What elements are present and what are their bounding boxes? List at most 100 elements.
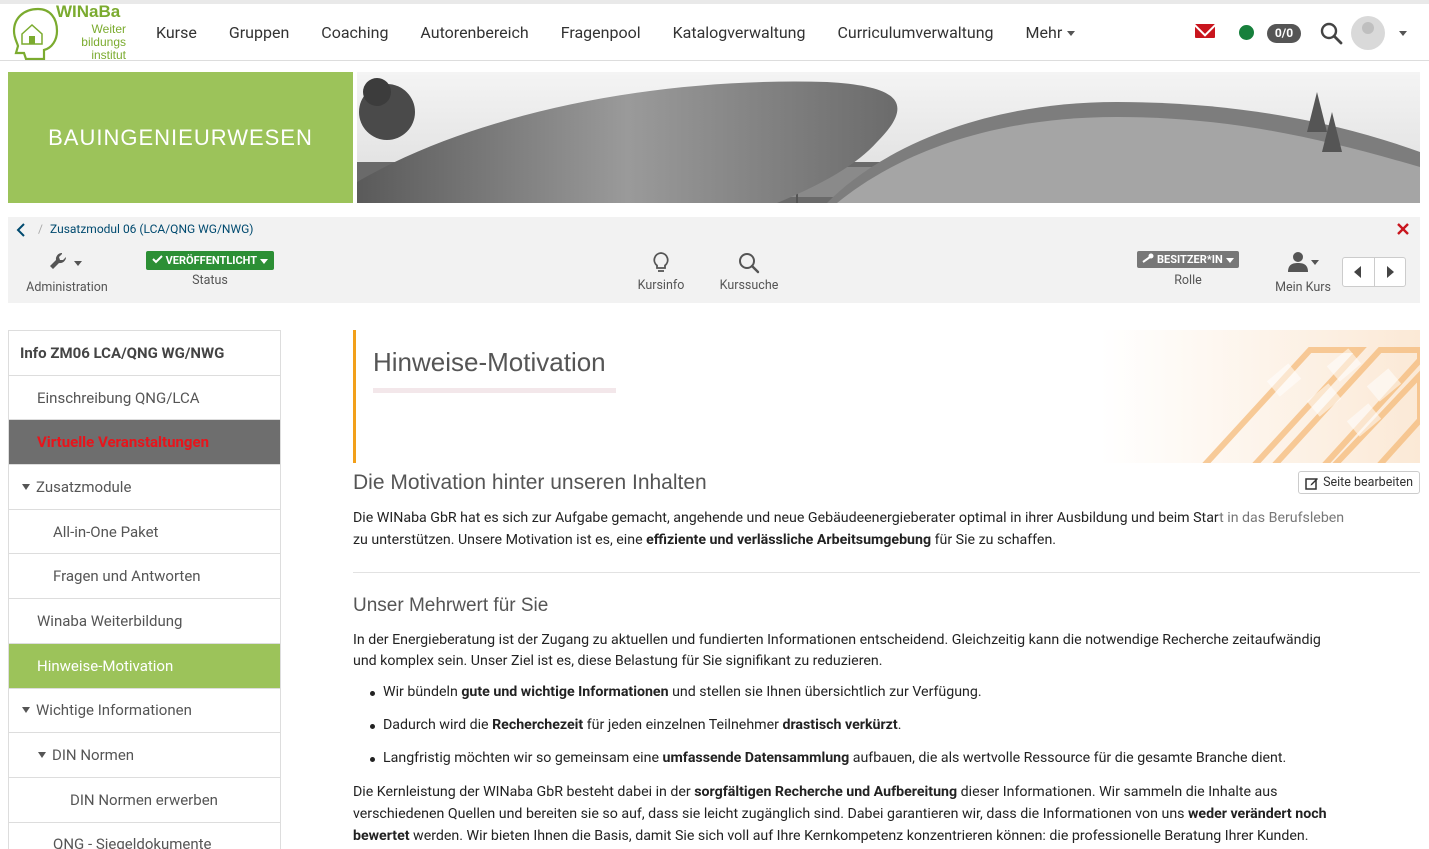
menu-item-einschreibung[interactable]: Einschreibung QNG/LCA — [9, 376, 280, 421]
chevron-down-icon[interactable] — [22, 483, 30, 490]
intro-text: zu unterstützen. Unsere Motivation ist e… — [353, 532, 647, 548]
nav-autorenbereich[interactable]: Autorenbereich — [404, 23, 544, 42]
role-label: Rolle — [1174, 273, 1202, 288]
edit-page-label: Seite bearbeiten — [1323, 475, 1413, 490]
nav-katalogverwaltung[interactable]: Katalogverwaltung — [657, 23, 822, 42]
menu-item-din-normen-erwerben[interactable]: DIN Normen erwerben — [9, 778, 280, 823]
list-text: . — [897, 717, 902, 733]
page-title: Hinweise-Motivation — [373, 347, 606, 377]
course-pager — [1342, 257, 1406, 287]
menu-item-label: DIN Normen — [52, 746, 135, 765]
search-icon[interactable] — [1319, 21, 1343, 45]
user-icon — [1288, 252, 1319, 272]
list-bold: gute und wichtige Informationen — [461, 684, 669, 700]
mail-icon[interactable] — [1195, 24, 1215, 38]
brand-title: WINaBa — [56, 2, 121, 21]
nav-curriculumverwaltung[interactable]: Curriculumverwaltung — [821, 23, 1009, 42]
status-badge-label: VERÖFFENTLICHT — [165, 254, 258, 267]
title-underline — [373, 388, 616, 393]
list-bold: Recherchezeit — [492, 717, 584, 733]
course-menu-root[interactable]: Info ZM06 LCA/QNG WG/NWG — [9, 331, 280, 376]
menu-item-wichtige-informationen[interactable]: Wichtige Informationen — [9, 689, 280, 734]
menu-item-virtuelle-veranstaltungen[interactable]: Virtuelle Veranstaltungen — [9, 420, 280, 466]
p3-text: dieser Informationen. Wir sammeln die In… — [957, 784, 1278, 800]
chevron-down-icon[interactable] — [38, 752, 46, 759]
key-icon — [1142, 253, 1154, 263]
intro-line-2: zu unterstützen. Unsere Motivation ist e… — [353, 529, 1420, 551]
chevron-down-icon — [1067, 31, 1076, 37]
breadcrumb-separator: / — [38, 222, 43, 236]
menu-item-fragen-antworten[interactable]: Fragen und Antworten — [9, 554, 280, 600]
banner-photo — [357, 72, 1420, 203]
list-text: Wir bündeln — [383, 684, 462, 700]
paragraph-2-line-1: In der Energieberatung ist der Zugang zu… — [353, 632, 1321, 648]
online-status-icon[interactable] — [1239, 25, 1254, 40]
list-text: für jeden einzelnen Teilnehmer — [583, 717, 783, 733]
status-tool[interactable]: VERÖFFENTLICHT Status — [145, 251, 275, 288]
role-badge-label: BESITZER*IN — [1156, 253, 1223, 266]
role-badge[interactable]: BESITZER*IN — [1137, 251, 1239, 268]
list-item: Wir bündeln gute und wichtige Informatio… — [370, 684, 982, 700]
page-header: Hinweise-Motivation — [353, 330, 1420, 463]
main-nav: Kurse Gruppen Coaching Autorenbereich Fr… — [140, 4, 1091, 61]
previous-button[interactable] — [1343, 258, 1375, 286]
role-tool[interactable]: BESITZER*IN Rolle — [1128, 251, 1248, 288]
status-label: Status — [192, 273, 228, 288]
chevron-down-icon[interactable] — [1399, 31, 1407, 36]
status-badge[interactable]: VERÖFFENTLICHT — [145, 251, 275, 270]
course-menu: Info ZM06 LCA/QNG WG/NWG Einschreibung Q… — [8, 330, 281, 849]
brand-sub-line-3: institut — [91, 48, 126, 62]
breadcrumb-course-link[interactable]: Zusatzmodul 06 (LCA/QNG WG/NWG) — [50, 222, 253, 236]
nav-mehr[interactable]: Mehr — [1010, 23, 1092, 42]
nav-gruppen[interactable]: Gruppen — [213, 23, 305, 42]
intro-text-fade: t in das Berufsleben — [1219, 510, 1345, 526]
list-text: Dadurch wird die — [383, 717, 493, 733]
avatar[interactable] — [1351, 16, 1385, 50]
intro-bold: effiziente und verlässliche Arbeitsumgeb… — [646, 532, 932, 548]
notification-counter[interactable]: 0/0 — [1267, 24, 1301, 43]
mein-kurs-label: Mein Kurs — [1275, 280, 1331, 295]
menu-item-label: Wichtige Informationen — [36, 701, 192, 720]
edit-page-button[interactable]: Seite bearbeiten — [1298, 471, 1420, 494]
chevron-down-icon[interactable] — [22, 707, 30, 714]
menu-item-qng-siegeldokumente[interactable]: QNG - Siegeldokumente — [9, 823, 280, 849]
p3-bold: sorgfältigen Recherche und Aufbereitung — [694, 784, 958, 800]
paragraph-2-line-2: und komplex sein. Unser Ziel ist es, die… — [353, 653, 883, 669]
mein-kurs-tool[interactable]: Mein Kurs — [1270, 251, 1336, 295]
nav-fragenpool[interactable]: Fragenpool — [545, 23, 657, 42]
close-icon[interactable] — [1396, 222, 1410, 236]
top-navbar: WINaBa Weiter bildungs institut Kurse Gr… — [0, 2, 1429, 62]
course-banner: BAUINGENIEURWESEN — [8, 72, 1420, 203]
p3-text: verschiedenen Quellen und bereiten sie s… — [353, 806, 1188, 822]
wrench-icon — [50, 252, 82, 269]
menu-item-hinweise-motivation[interactable]: Hinweise-Motivation — [9, 643, 280, 689]
banner-title-box: BAUINGENIEURWESEN — [8, 72, 353, 203]
kurssuche-label: Kurssuche — [719, 278, 779, 293]
course-toolbar: / Zusatzmodul 06 (LCA/QNG WG/NWG) Admini… — [8, 217, 1420, 303]
menu-item-all-in-one[interactable]: All-in-One Paket — [9, 510, 280, 555]
breadcrumb: / Zusatzmodul 06 (LCA/QNG WG/NWG) — [8, 217, 1420, 243]
page-content: Hinweise-Motivation Die Motivation hinte… — [353, 330, 1420, 849]
kursinfo-label: Kursinfo — [637, 278, 685, 293]
administration-tool[interactable]: Administration — [24, 251, 110, 295]
kursinfo-tool[interactable]: Kursinfo — [631, 251, 691, 293]
paragraph-3-line-1: Die Kernleistung der WINaba GbR besteht … — [353, 781, 1420, 803]
chevron-down-icon — [260, 258, 269, 264]
nav-coaching[interactable]: Coaching — [305, 23, 404, 42]
check-icon — [152, 255, 163, 264]
nav-kurse[interactable]: Kurse — [140, 23, 213, 42]
menu-item-winaba-weiterbildung[interactable]: Winaba Weiterbildung — [9, 599, 280, 644]
kurssuche-tool[interactable]: Kurssuche — [711, 251, 787, 293]
administration-label: Administration — [26, 280, 108, 295]
next-button[interactable] — [1375, 258, 1406, 286]
list-item: Dadurch wird die Recherchezeit für jeden… — [369, 717, 902, 733]
brand-logo[interactable]: WINaBa Weiter bildungs institut — [8, 2, 128, 62]
search-icon — [739, 253, 760, 274]
menu-item-label: Zusatzmodule — [36, 477, 132, 496]
chevron-down-icon — [1225, 257, 1234, 263]
intro-text: Die WINaba GbR hat es sich zur Aufgabe g… — [353, 510, 1220, 526]
p3-bold: weder verändert noch — [1188, 806, 1327, 822]
chevron-left-icon[interactable] — [16, 223, 26, 237]
menu-item-din-normen[interactable]: DIN Normen — [9, 733, 280, 778]
menu-item-zusatzmodule[interactable]: Zusatzmodule — [9, 465, 280, 510]
